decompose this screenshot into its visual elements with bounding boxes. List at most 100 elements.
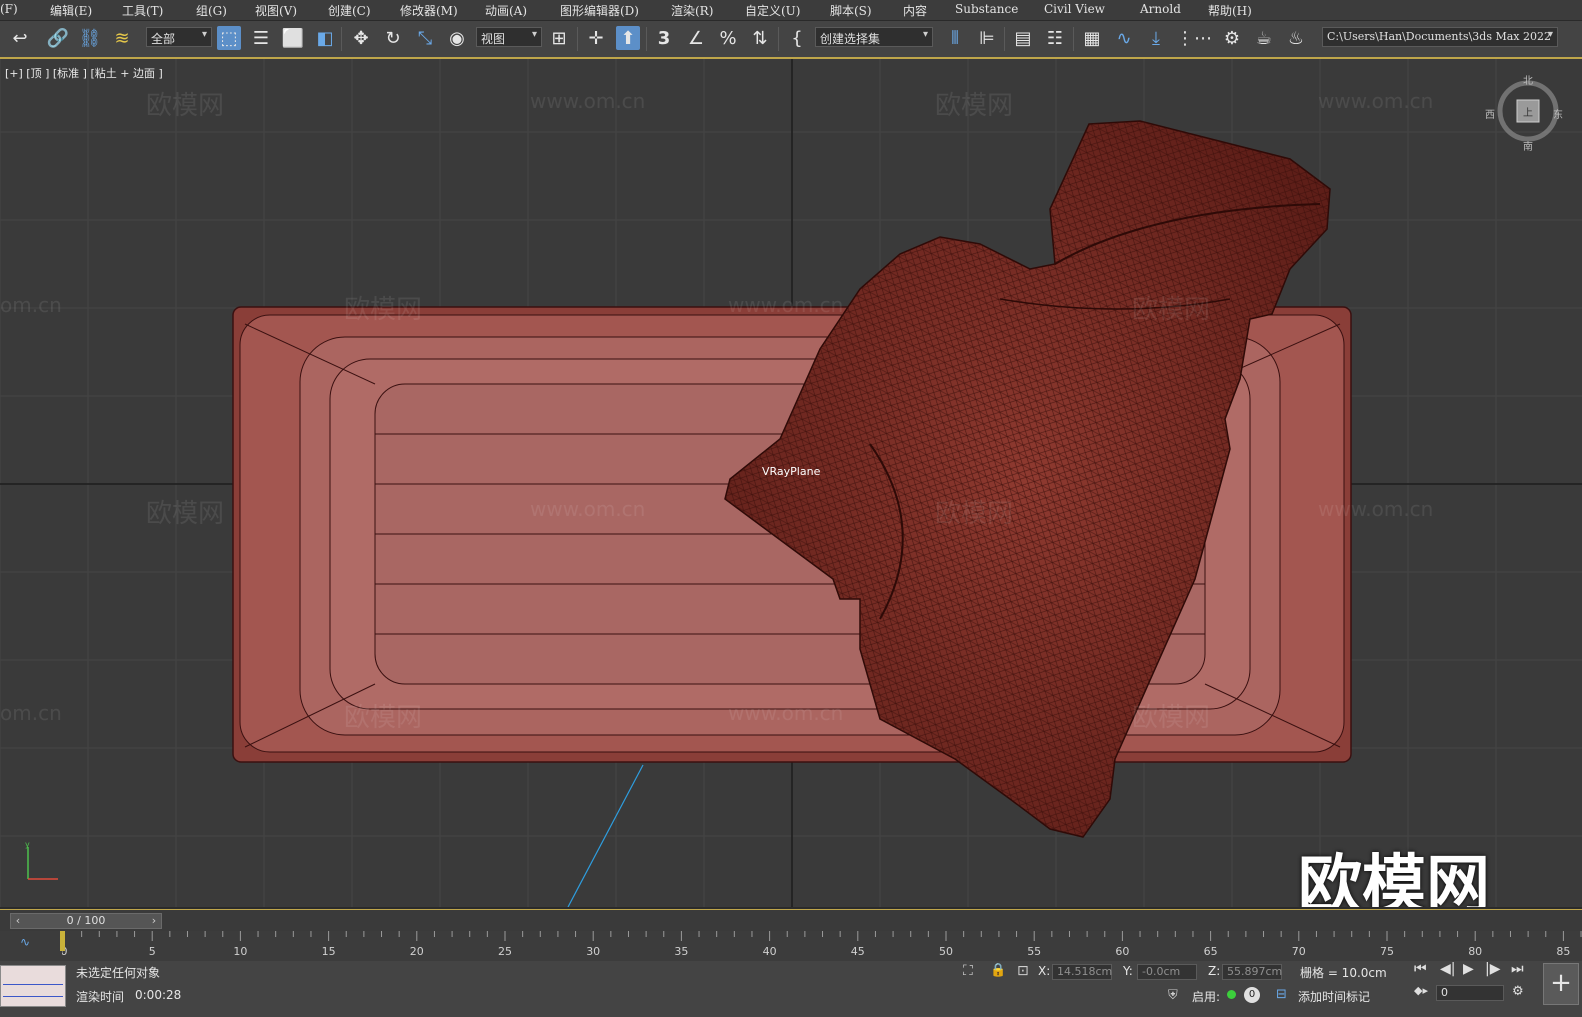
selection-filter-dropdown[interactable]: 全部 ▾ <box>146 27 212 47</box>
schematic-view-icon[interactable]: ⋮⋯ <box>1176 26 1212 50</box>
curve-editor-icon[interactable]: ∿ <box>1112 26 1136 50</box>
rotate-icon[interactable]: ↻ <box>381 26 405 50</box>
mini-curve-editor-icon[interactable]: ∿ <box>20 935 30 949</box>
lock-icon[interactable]: 🔒 <box>990 963 1006 978</box>
select-manipulate-icon[interactable]: ✛ <box>584 26 608 50</box>
window-crossing-icon[interactable]: ◧ <box>313 26 337 50</box>
chevron-down-icon: ▾ <box>1547 29 1553 40</box>
select-object-icon[interactable]: ⬚ <box>217 26 241 50</box>
track-ruler: 0 5 10 15 20 25 30 35 40 45 50 55 60 65 70 75 80 85 <box>62 931 1582 958</box>
key-mode-toggle-icon[interactable]: ◆▸ <box>1414 984 1428 997</box>
angle-snap-icon[interactable]: ∠ <box>684 26 708 50</box>
isolate-selection-icon[interactable]: ⛶ <box>963 963 973 979</box>
timeline-tick-label: 80 <box>1468 945 1482 958</box>
vray-plane-label: VRayPlane <box>762 465 821 478</box>
time-slider[interactable]: ‹ 0 / 100 › <box>10 913 162 929</box>
reference-coord-dropdown[interactable]: 视图 ▾ <box>476 27 542 47</box>
link-icon[interactable]: 🔗 <box>46 26 70 50</box>
material-editor-icon[interactable]: ⚙ <box>1220 26 1244 50</box>
viewport-label[interactable]: [+] [顶 ] [标准 ] [粘土 + 边面 ] <box>5 65 163 81</box>
previous-frame-icon[interactable]: ◀| <box>1440 961 1455 977</box>
layer-explorer-icon[interactable]: ▤ <box>1011 26 1035 50</box>
spinner-snap-icon[interactable]: ⇅ <box>748 26 772 50</box>
rect-region-icon[interactable]: ⬜ <box>281 26 305 50</box>
unlink-icon[interactable]: ⛓ <box>78 26 102 50</box>
menu-rendering[interactable]: 渲染(R) <box>671 2 713 19</box>
maxscript-mini-listener[interactable] <box>0 965 66 1007</box>
pivot-icon[interactable]: ⊞ <box>547 26 571 50</box>
axis-tripod-icon: y <box>18 839 68 889</box>
menu-arnold[interactable]: Arnold <box>1140 2 1181 16</box>
chevron-right-icon[interactable]: › <box>147 914 161 928</box>
next-frame-icon[interactable]: |▶ <box>1485 961 1500 977</box>
y-coordinate-field[interactable]: -0.0cm <box>1137 964 1197 980</box>
viewcube-south: 南 <box>1523 142 1533 153</box>
menu-file[interactable]: (F) <box>0 2 18 16</box>
render-time-value: 0:00:28 <box>135 988 182 1002</box>
watermark-url: www.om.cn <box>530 89 646 113</box>
toolbar-separator <box>1004 27 1005 51</box>
viewcube[interactable]: 上 北 南 东 西 <box>1485 76 1563 153</box>
track-bar[interactable]: ∿ 0 5 10 15 20 25 30 35 40 45 50 55 60 65 70 75 80 85 <box>0 931 1582 961</box>
time-slider-text: 0 / 100 <box>66 914 106 927</box>
toolbar-separator <box>341 27 342 51</box>
menu-tools[interactable]: 工具(T) <box>122 2 163 19</box>
current-frame-field[interactable]: 0 <box>1436 985 1504 1001</box>
go-to-start-icon[interactable]: ⏮ <box>1414 961 1427 977</box>
menu-civil-view[interactable]: Civil View <box>1044 2 1105 16</box>
add-time-tag-button[interactable]: 添加时间标记 <box>1298 988 1370 1005</box>
menu-substance[interactable]: Substance <box>955 2 1018 16</box>
render-time-label: 渲染时间 <box>76 990 125 1004</box>
menu-create[interactable]: 创建(C) <box>328 2 371 19</box>
dope-sheet-icon[interactable]: ⤓ <box>1144 26 1168 50</box>
add-viewport-icon[interactable]: + <box>1543 963 1579 1005</box>
keyboard-shortcut-icon[interactable]: ⬆ <box>616 26 640 50</box>
align-icon[interactable]: ⊫ <box>975 26 999 50</box>
snap-3d-icon[interactable]: 3 <box>652 26 676 50</box>
time-tag-icon[interactable]: ⊟ <box>1276 987 1287 1002</box>
time-cursor[interactable] <box>60 931 65 951</box>
z-coordinate-field[interactable]: 55.897cm <box>1222 964 1282 980</box>
time-config-icon[interactable]: ⚙ <box>1512 984 1524 999</box>
edit-named-selection-icon[interactable]: { <box>785 26 809 50</box>
chevron-left-icon[interactable]: ‹ <box>11 914 25 928</box>
menu-content[interactable]: 内容 <box>903 2 927 19</box>
snap-3d-label: 3 <box>657 27 671 49</box>
go-to-end-icon[interactable]: ⏭ <box>1511 961 1524 977</box>
top-viewport[interactable]: [+] [顶 ] [标准 ] [粘土 + 边面 ] 欧模网 www.om.cn … <box>0 59 1582 907</box>
menu-animation[interactable]: 动画(A) <box>485 2 527 19</box>
menu-group[interactable]: 组(G) <box>196 2 227 19</box>
bind-spacewarp-icon[interactable]: ≋ <box>110 26 134 50</box>
menu-scripting[interactable]: 脚本(S) <box>830 2 872 19</box>
menu-modifiers[interactable]: 修改器(M) <box>400 2 458 19</box>
toggle-ribbon-icon[interactable]: ▦ <box>1080 26 1104 50</box>
undo-icon[interactable]: ↩ <box>8 26 32 50</box>
toolbar-separator <box>646 27 647 51</box>
enable-count-badge: 0 <box>1244 987 1260 1003</box>
select-place-icon[interactable]: ◉ <box>445 26 469 50</box>
project-path-dropdown[interactable]: C:\Users\Han\Documents\3ds Max 2022 ▾ <box>1322 27 1558 47</box>
menu-help[interactable]: 帮助(H) <box>1208 2 1252 19</box>
move-icon[interactable]: ✥ <box>349 26 373 50</box>
render-setup-icon[interactable]: ☕ <box>1252 26 1276 50</box>
menu-customize[interactable]: 自定义(U) <box>745 2 800 19</box>
z-label: Z: <box>1208 964 1221 978</box>
named-selection-dropdown[interactable]: 创建选择集 ▾ <box>815 27 933 47</box>
shield-icon[interactable]: ⛨ <box>1168 988 1178 1003</box>
select-by-name-icon[interactable]: ☰ <box>249 26 273 50</box>
x-coordinate-field[interactable]: 14.518cm <box>1052 964 1112 980</box>
play-icon[interactable]: ▶ <box>1463 961 1474 977</box>
menu-graph-editors[interactable]: 图形编辑器(D) <box>560 2 639 19</box>
mirror-icon[interactable]: ⫴ <box>943 26 967 50</box>
absolute-mode-icon[interactable]: ⊡ <box>1017 963 1029 979</box>
scene-explorer-icon[interactable]: ☷ <box>1043 26 1067 50</box>
timeline-tick-label: 60 <box>1115 945 1129 958</box>
scale-icon[interactable]: ⤡ <box>413 26 437 50</box>
toolbar-separator <box>577 27 578 51</box>
render-icon[interactable]: ♨ <box>1284 26 1308 50</box>
menu-views[interactable]: 视图(V) <box>255 2 297 19</box>
menu-edit[interactable]: 编辑(E) <box>50 2 92 19</box>
percent-snap-icon[interactable]: % <box>716 26 740 50</box>
timeline-tick-label: 85 <box>1556 945 1570 958</box>
timeline-tick-label: 50 <box>939 945 953 958</box>
